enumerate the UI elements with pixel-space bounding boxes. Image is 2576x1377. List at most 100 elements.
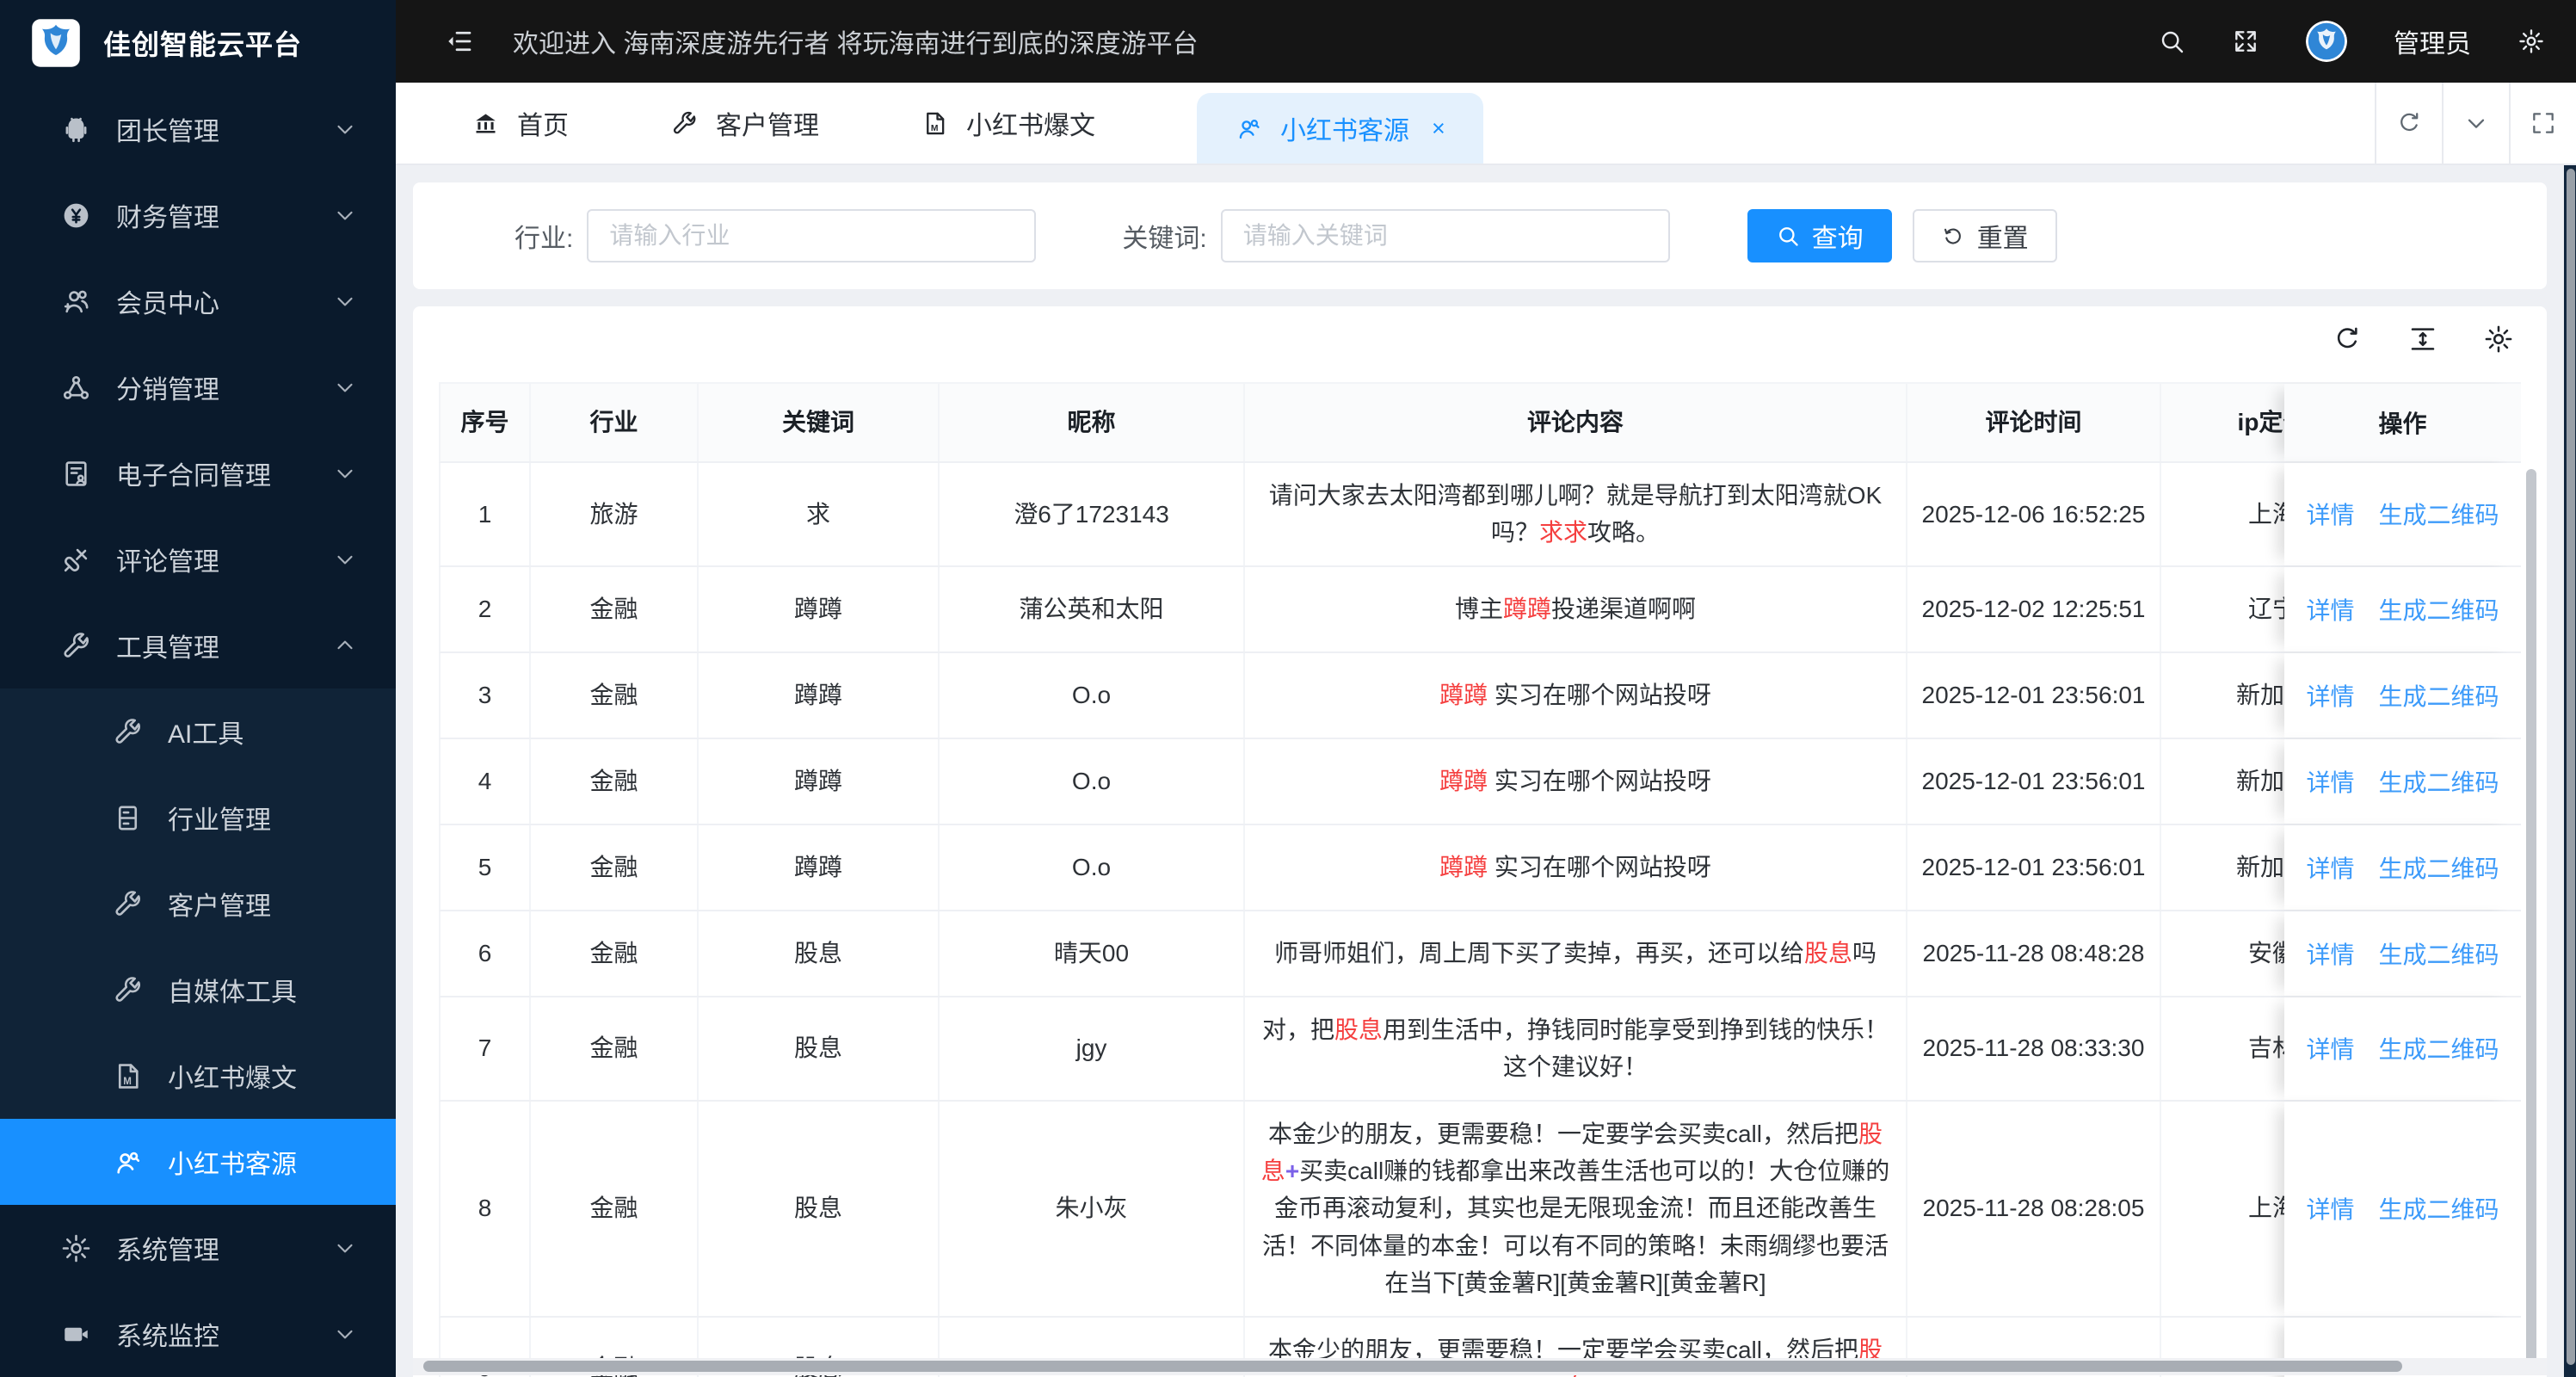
sidebar-item-system[interactable]: 系统管理 xyxy=(0,1205,396,1291)
tab-xhs-customer[interactable]: 小红书客源 × xyxy=(1197,93,1483,164)
sidebar-item-distribution[interactable]: 分销管理 xyxy=(0,344,396,430)
comment-cell: 请问大家去太阳湾都到哪儿啊？就是导航打到太阳湾就OK吗？求求攻略。 xyxy=(1245,463,1907,565)
chevron-down-icon xyxy=(332,1235,358,1261)
tab-customer[interactable]: 客户管理 xyxy=(670,104,819,142)
comment-cell: 师哥师姐们，周上周下买了卖掉，再买，还可以给股息吗 xyxy=(1245,911,1907,996)
row-number: 7 xyxy=(441,997,531,1100)
topbar-actions: 管理员 xyxy=(2158,21,2545,62)
sidebar-item-label: 客户管理 xyxy=(168,892,271,921)
tab-bar: 首页 客户管理 M 小红书爆文 小红书客源 × xyxy=(396,83,2576,165)
sidebar-item-media-tools[interactable]: 自媒体工具 xyxy=(0,947,396,1033)
sidebar-item-group-leader[interactable]: 团长管理 xyxy=(0,86,396,172)
table-row: 2 金融 蹲蹲 蒲公英和太阳 博主蹲蹲投递渠道啊啊 2025-12-02 12:25:51… xyxy=(439,566,2521,653)
sidebar: 佳创智能云平台 团长管理 财务管理会员中心分销管理电子合同管理 评论管理 工具管理 AI… xyxy=(0,0,396,1377)
sidebar-item-label: 自媒体工具 xyxy=(168,979,297,1007)
page-scrollbar-thumb[interactable] xyxy=(2567,169,2575,1365)
table-horizontal-scrollbar-thumb[interactable] xyxy=(423,1361,2402,1372)
detail-link[interactable]: 详情 xyxy=(2306,764,2354,799)
sidebar-item-customer[interactable]: 客户管理 xyxy=(0,861,396,947)
nickname-cell: O.o xyxy=(940,652,1245,738)
detail-link[interactable]: 详情 xyxy=(2306,497,2354,531)
detail-link[interactable]: 详情 xyxy=(2306,850,2354,885)
sidebar-item-label: 会员中心 xyxy=(116,290,219,318)
user-search-icon xyxy=(1235,114,1263,143)
wrench-icon xyxy=(112,974,144,1006)
generate-qrcode-link[interactable]: 生成二维码 xyxy=(2379,936,2499,971)
chevron-down-icon xyxy=(332,1321,358,1347)
comment-cell: 博主蹲蹲投递渠道啊啊 xyxy=(1245,566,1907,651)
search-icon[interactable] xyxy=(2158,28,2185,55)
chevron-down-icon xyxy=(332,116,358,142)
generate-qrcode-link[interactable]: 生成二维码 xyxy=(2379,678,2499,713)
sidebar-item-xhs-article[interactable]: M 小红书爆文 xyxy=(0,1033,396,1119)
industry-cell: 金融 xyxy=(531,1101,699,1316)
generate-qrcode-link[interactable]: 生成二维码 xyxy=(2379,764,2499,799)
column-header: 评论时间 xyxy=(1907,384,2161,461)
avatar[interactable] xyxy=(2306,21,2347,62)
reset-button[interactable]: 重置 xyxy=(1912,209,2057,262)
industry-cell: 旅游 xyxy=(531,463,699,565)
sidebar-item-comment[interactable]: 评论管理 xyxy=(0,516,396,602)
doc-m-icon: M xyxy=(112,1060,144,1092)
collapse-menu-icon[interactable] xyxy=(444,26,475,57)
tab-home[interactable]: 首页 xyxy=(471,104,569,142)
app-title: 佳创智能云平台 xyxy=(103,29,303,60)
row-number: 2 xyxy=(441,566,531,651)
refresh-icon[interactable] xyxy=(2332,324,2363,355)
table-row: 3 金融 蹲蹲 O.o 蹲蹲 实习在哪个网站投呀 2025-12-01 23:56:01 新… xyxy=(439,652,2521,739)
keyword-input[interactable] xyxy=(1220,209,1670,262)
comment-cell: 对，把股息用到生活中，挣钱同时能享受到挣到钱的快乐！这个建议好！ xyxy=(1245,997,1907,1100)
industry-cell: 金融 xyxy=(531,824,699,910)
detail-link[interactable]: 详情 xyxy=(2306,1191,2354,1226)
keyword-cell: 股息 xyxy=(699,1101,940,1316)
svg-text:M: M xyxy=(931,123,939,133)
sidebar-item-e-contract[interactable]: 电子合同管理 xyxy=(0,430,396,516)
actions-cell: 详情 生成二维码 xyxy=(2284,652,2521,738)
detail-link[interactable]: 详情 xyxy=(2306,936,2354,971)
tabbar-control-corner-expand-icon[interactable] xyxy=(2509,83,2576,164)
gear-icon[interactable] xyxy=(2483,324,2514,355)
tabbar-control-chevron-down-icon[interactable] xyxy=(2442,83,2509,164)
table-vertical-scrollbar-thumb[interactable] xyxy=(2526,469,2536,1368)
sidebar-item-monitor[interactable]: 系统监控 xyxy=(0,1291,396,1377)
keyword-cell: 蹲蹲 xyxy=(699,738,940,824)
tab-label: 客户管理 xyxy=(716,112,819,140)
row-number: 1 xyxy=(441,463,531,565)
industry-cell: 金融 xyxy=(531,997,699,1100)
detail-link[interactable]: 详情 xyxy=(2306,592,2354,627)
doc-m-icon: M xyxy=(921,109,949,138)
sidebar-item-xhs-customer[interactable]: 小红书客源 xyxy=(0,1119,396,1205)
sidebar-item-industry[interactable]: 行业管理 xyxy=(0,775,396,861)
detail-link[interactable]: 详情 xyxy=(2306,678,2354,713)
yuan-circle-icon xyxy=(60,200,92,232)
detail-link[interactable]: 详情 xyxy=(2306,1031,2354,1065)
sidebar-item-ai-tools[interactable]: AI工具 xyxy=(0,688,396,775)
search-button[interactable]: 查询 xyxy=(1747,209,1892,262)
tab-close-icon[interactable]: × xyxy=(1432,115,1445,142)
app-window: 佳创智能云平台 团长管理 财务管理会员中心分销管理电子合同管理 评论管理 工具管理 AI… xyxy=(0,0,2576,1377)
comment-time-cell: 2025-12-02 12:25:51 xyxy=(1907,566,2161,651)
sidebar-item-member-center[interactable]: 会员中心 xyxy=(0,258,396,344)
generate-qrcode-link[interactable]: 生成二维码 xyxy=(2379,850,2499,885)
generate-qrcode-link[interactable]: 生成二维码 xyxy=(2379,592,2499,627)
tab-xhs-article[interactable]: M 小红书爆文 xyxy=(921,104,1095,142)
row-height-icon[interactable] xyxy=(2407,324,2438,355)
nickname-cell: 蒲公英和太阳 xyxy=(940,566,1245,651)
user-search-icon xyxy=(112,1146,144,1178)
table-toolbar xyxy=(2332,324,2514,355)
sidebar-item-tools[interactable]: 工具管理 xyxy=(0,602,396,688)
tab-bar-controls xyxy=(2375,83,2576,164)
gear-icon[interactable] xyxy=(2517,28,2545,55)
username-label[interactable]: 管理员 xyxy=(2394,22,2471,60)
tab-label: 首页 xyxy=(517,112,569,140)
generate-qrcode-link[interactable]: 生成二维码 xyxy=(2379,1191,2499,1226)
tabbar-control-refresh-icon[interactable] xyxy=(2375,83,2442,164)
sidebar-item-label: 分销管理 xyxy=(116,376,219,404)
bank-icon xyxy=(471,109,500,138)
generate-qrcode-link[interactable]: 生成二维码 xyxy=(2379,497,2499,531)
sidebar-item-finance[interactable]: 财务管理 xyxy=(0,172,396,258)
industry-input[interactable] xyxy=(587,209,1037,262)
actions-cell: 详情 生成二维码 xyxy=(2284,1101,2521,1316)
fullscreen-expand-icon[interactable] xyxy=(2232,28,2259,55)
generate-qrcode-link[interactable]: 生成二维码 xyxy=(2379,1031,2499,1065)
